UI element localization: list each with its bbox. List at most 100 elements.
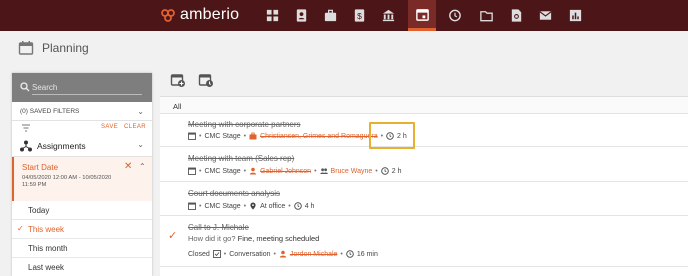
clock-icon	[293, 202, 302, 210]
save-filter-button[interactable]: SAVE	[101, 124, 118, 130]
item-duration: 4 h	[304, 202, 315, 210]
top-navigation-bar: amberio $	[0, 0, 688, 31]
bar-chart-icon	[569, 9, 581, 22]
briefcase-icon	[249, 132, 257, 140]
calendar-icon	[18, 41, 34, 55]
calendar-icon	[415, 8, 429, 21]
start-date-range: 04/05/2020 12:00 AM - 10/05/2020 11:59 P…	[22, 175, 112, 188]
date-option-this-week[interactable]: ✓ This week	[12, 220, 152, 239]
list-item[interactable]: Meeting with team (Sales rep) • CMC Stag…	[160, 148, 688, 182]
chevron-down-icon: ⌄	[137, 107, 144, 116]
history-icon	[448, 9, 461, 22]
date-option-this-month[interactable]: This month	[12, 239, 152, 258]
nav-mail[interactable]	[531, 0, 559, 31]
item-meta: • CMC Stage • At office • 4 h	[188, 202, 314, 210]
folder-icon	[479, 11, 493, 22]
mail-icon	[539, 11, 551, 20]
filter-panel: (0) SAVED FILTERS ⌄ SAVE CLEAR Assignmen…	[12, 73, 152, 276]
nav-planning[interactable]	[408, 0, 436, 31]
item-subtitle: How did it go? Fine, meeting scheduled	[188, 234, 319, 243]
subtitle-question: How did it go?	[188, 234, 236, 243]
document-search-icon	[511, 9, 521, 22]
assignments-icon	[20, 140, 32, 152]
item-title: Court documents analysis	[188, 189, 281, 198]
nav-stats[interactable]	[561, 0, 589, 31]
calendar-check-icon	[188, 132, 196, 140]
nav-cases[interactable]	[316, 0, 344, 31]
check-icon: ✓	[17, 224, 24, 233]
page-header: Planning	[0, 31, 688, 67]
page-title: Planning	[42, 41, 89, 55]
item-person-link[interactable]: Gabriel Johnson	[260, 168, 311, 175]
item-stage: CMC Stage	[204, 167, 241, 175]
briefcase-icon	[324, 9, 336, 22]
start-date-filter[interactable]: Start Date 04/05/2020 12:00 AM - 10/05/2…	[12, 157, 152, 201]
filter-actions: SAVE CLEAR	[12, 121, 152, 135]
add-time-entry-icon[interactable]	[198, 72, 214, 88]
planning-list: All Meeting with corporate partners • CM…	[160, 96, 688, 276]
calendar-check-icon	[188, 202, 196, 210]
app-logo[interactable]: amberio	[160, 6, 239, 24]
clock-icon	[346, 250, 354, 258]
item-duration: 2 h	[391, 167, 402, 175]
saved-filters-label: (0) SAVED FILTERS	[20, 108, 80, 115]
highlight-annotation	[369, 122, 415, 149]
nav-reports[interactable]	[502, 0, 530, 31]
filter-icon	[22, 124, 30, 132]
option-label: Last week	[28, 263, 65, 272]
svg-text:$: $	[357, 11, 362, 21]
date-option-last-week[interactable]: Last week	[12, 258, 152, 276]
calendar-check-icon	[188, 167, 196, 175]
item-client-link[interactable]: Christiansen, Grimes and Romaguera	[260, 133, 378, 140]
planning-toolbar	[160, 67, 688, 95]
item-status: Closed	[188, 250, 210, 258]
option-label: This week	[28, 225, 65, 234]
nav-dashboard[interactable]	[258, 0, 286, 31]
logo-text: amberio	[180, 6, 240, 23]
bank-icon	[382, 9, 394, 22]
item-stage: CMC Stage	[204, 202, 241, 210]
checkbox-checked-icon	[212, 250, 221, 258]
item-stage: CMC Stage	[204, 132, 241, 140]
search-bar	[12, 73, 152, 102]
start-date-label: Start Date	[22, 163, 59, 172]
item-location: At office	[260, 202, 286, 210]
item-meta: • CMC Stage • Gabriel Johnson • Bruce Wa…	[188, 167, 401, 175]
item-title: Call to J. Michale	[188, 223, 249, 232]
amberio-logo-icon	[161, 9, 175, 22]
assignments-label: Assignments	[37, 141, 86, 151]
item-group-link[interactable]: Bruce Wayne	[331, 168, 373, 175]
completed-check-icon: ✓	[168, 230, 178, 242]
list-item[interactable]: Court documents analysis • CMC Stage • A…	[160, 183, 688, 216]
contacts-icon	[296, 9, 306, 22]
add-event-icon[interactable]	[170, 72, 186, 88]
nav-documents[interactable]	[472, 0, 500, 31]
clock-icon	[381, 167, 389, 175]
assignments-filter[interactable]: Assignments ⌄	[12, 135, 152, 157]
list-item[interactable]: Meeting with corporate partners • CMC St…	[160, 115, 688, 147]
group-icon	[319, 168, 328, 174]
search-icon	[20, 82, 30, 92]
nav-billing[interactable]: $	[345, 0, 373, 31]
item-title: Meeting with corporate partners	[188, 120, 301, 129]
nav-contacts[interactable]	[287, 0, 315, 31]
chevron-up-icon[interactable]: ⌃	[139, 162, 146, 171]
clear-filter-button[interactable]: CLEAR	[124, 124, 146, 130]
search-input[interactable]	[32, 80, 142, 95]
nav-time[interactable]	[440, 0, 468, 31]
group-header: All	[160, 97, 688, 114]
person-icon	[249, 167, 257, 175]
billing-icon: $	[354, 9, 364, 22]
item-meta: Closed • Conversation • Jordon Michale •…	[188, 250, 378, 258]
subtitle-answer: Fine, meeting scheduled	[237, 234, 320, 243]
dashboard-icon	[266, 9, 278, 22]
group-label: All	[173, 102, 182, 111]
clear-date-icon[interactable]: ✕	[124, 161, 132, 172]
list-item[interactable]: ✓ Call to J. Michale How did it go? Fine…	[160, 217, 688, 267]
saved-filters-dropdown[interactable]: (0) SAVED FILTERS ⌄	[12, 102, 152, 121]
item-type: Conversation	[229, 250, 271, 258]
item-duration: 16 min	[356, 250, 378, 258]
date-option-today[interactable]: Today	[12, 201, 152, 220]
nav-banking[interactable]	[374, 0, 402, 31]
item-person-link[interactable]: Jordon Michale	[290, 251, 337, 258]
